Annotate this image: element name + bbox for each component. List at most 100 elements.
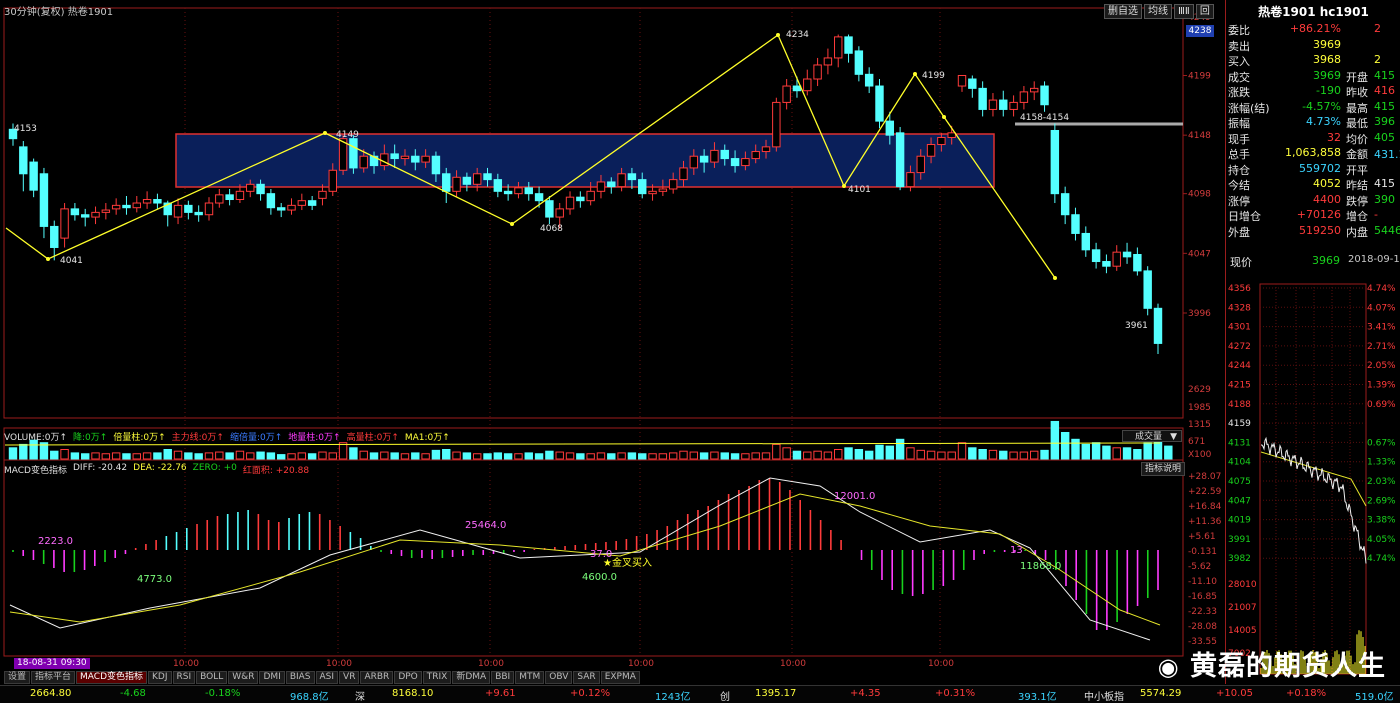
tab-13[interactable]: TRIX (422, 671, 452, 684)
candle-body (1133, 254, 1142, 272)
kline-chart-area[interactable]: 424941994148409840473996262919851315671X… (0, 0, 1225, 670)
cursor-date-tag: 18-08-31 09:30 (14, 658, 90, 669)
volume-bar (782, 447, 791, 460)
price-annotation: 4041 (60, 256, 83, 266)
volume-bar (555, 451, 564, 460)
candle-body (235, 190, 245, 201)
time-axis-label: 10:00 (173, 659, 199, 669)
quote-value: +70126 (1296, 208, 1341, 221)
volume-bar (576, 453, 585, 460)
quote-value-2: 431.1亿 (1374, 148, 1400, 161)
intraday-mini-chart[interactable]: 4356 4.74% 4328 4.07% 4301 3.41% 4272 2.71% 4244… (1226, 282, 1400, 684)
market-status-bar: 2664.80 -4.68 -0.18% 968.8亿 深 8168.10 +9.61 +0.… (0, 685, 1400, 703)
volume-bar (792, 450, 802, 460)
status-item-9: 创 (720, 692, 730, 703)
tab-19[interactable]: EXPMA (600, 671, 640, 684)
tab-7[interactable]: DMI (259, 671, 285, 684)
volume-bar (1102, 445, 1111, 460)
contract-title: 热卷1901 hc1901 (1258, 5, 1369, 19)
indicator-help-button[interactable]: 指标说明 (1141, 462, 1186, 476)
mini-left-label: 4188 (1228, 400, 1251, 410)
candle-body (1060, 193, 1070, 216)
volume-axis-label: 2629 (1188, 385, 1211, 395)
quote-row: 成交 3969 开盘 415 (1228, 69, 1398, 85)
candle-body (307, 200, 317, 206)
quote-value-2: 2 (1374, 53, 1381, 66)
candle-body (699, 155, 709, 163)
macd-axis-label: -16.85 (1188, 592, 1217, 602)
tab-2[interactable]: MACD变色指标 (76, 671, 148, 684)
toolbar-button-2[interactable]: ⅢⅡ (1174, 4, 1194, 19)
tab-12[interactable]: DPO (394, 671, 422, 684)
candle-body (318, 190, 327, 199)
candle-body (565, 196, 575, 210)
toolbar-button-3[interactable]: 回 (1195, 4, 1214, 19)
tab-18[interactable]: SAR (573, 671, 600, 684)
candle-body (741, 158, 750, 167)
tab-17[interactable]: OBV (545, 671, 573, 684)
candle-body (204, 202, 214, 216)
quote-value-2: 396 (1374, 115, 1395, 128)
candle-body (885, 120, 895, 136)
candle-body (916, 155, 925, 174)
quote-label: 委比 (1228, 24, 1250, 37)
status-item-2: -0.18% (205, 688, 241, 699)
tab-6[interactable]: W&R (228, 671, 259, 684)
status-item-18: 519.0亿 (1355, 692, 1394, 703)
zigzag-arrow-tip (46, 257, 50, 261)
volume-bar (895, 438, 905, 460)
mini-left-label: 3991 (1228, 535, 1251, 545)
chart-canvas[interactable]: 424941994148409840473996262919851315671X… (0, 0, 1225, 670)
quote-row: 日增仓 +70126 增仓 - (1228, 208, 1398, 224)
volume-bar (173, 450, 183, 460)
candle-body (524, 187, 533, 195)
mini-right-label: 2.69% (1367, 496, 1396, 506)
mini-left-label: 4047 (1228, 496, 1251, 506)
macd-dea-line (9, 493, 1161, 626)
macd-legend-item-0: MACD变色指标 (4, 466, 67, 476)
zigzag-arrow-tip (1053, 276, 1057, 280)
volume-bar (524, 452, 533, 460)
candle-body (400, 155, 410, 160)
volume-bar (91, 452, 100, 460)
tab-0[interactable]: 设置 (4, 671, 31, 684)
tab-11[interactable]: ARBR (360, 671, 394, 684)
candle-body (875, 85, 884, 122)
macd-axis-label: +22.59 (1188, 487, 1222, 497)
candle-body (390, 153, 399, 160)
tab-1[interactable]: 指标平台 (31, 671, 76, 684)
tab-8[interactable]: BIAS (285, 671, 315, 684)
quote-value: 519250 (1299, 223, 1341, 237)
candle-body (648, 190, 657, 195)
candle-body (462, 176, 472, 185)
volume-bar (720, 452, 729, 460)
volume-bar (1071, 438, 1080, 460)
mini-left-label: 4328 (1228, 303, 1251, 313)
volume-bar (751, 452, 760, 460)
price-axis-label: 4199 (1188, 71, 1211, 81)
weibo-watermark: ◉ 黄磊的期货人生 (1158, 644, 1386, 683)
candle-body (854, 50, 864, 75)
volume-bar (761, 452, 771, 460)
candle-body (472, 173, 482, 185)
macd-axis-label: -5.62 (1188, 562, 1211, 572)
price-axis-label: 4148 (1188, 131, 1211, 141)
candle-body (132, 202, 141, 209)
quote-row: 今结 4052 昨结 415 (1228, 177, 1398, 193)
tab-10[interactable]: VR (339, 671, 360, 684)
tab-16[interactable]: MTM (515, 671, 545, 684)
tab-9[interactable]: ASI (315, 671, 339, 684)
tab-14[interactable]: 新DMA (452, 671, 491, 684)
tab-15[interactable]: BBI (491, 671, 515, 684)
toolbar-button-0[interactable]: 删自选 (1104, 4, 1142, 19)
volume-indicator-select[interactable]: 成交量 ▼ (1122, 430, 1182, 442)
candle-body (978, 87, 987, 110)
tab-5[interactable]: BOLL (196, 671, 228, 684)
toolbar-button-1[interactable]: 均线 (1144, 4, 1172, 19)
volume-axis-label: X100 (1188, 450, 1212, 460)
tab-3[interactable]: KDJ (148, 671, 172, 684)
tab-4[interactable]: RSI (172, 671, 196, 684)
candle-body (442, 173, 451, 192)
candle-body (70, 208, 80, 216)
volume-bar (235, 450, 245, 460)
